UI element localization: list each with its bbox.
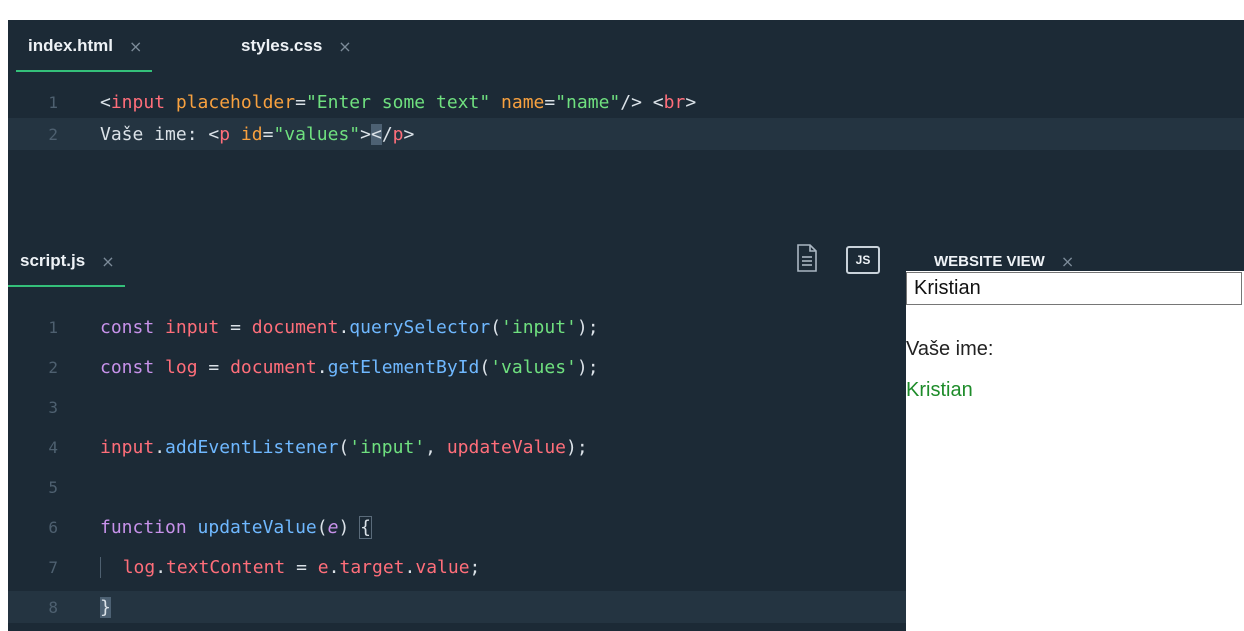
name-label: Vaše ime: [906,338,994,360]
tab-label: styles.css [241,36,323,55]
script-tab-bar: script.js × JS [8,235,908,287]
code-line-active: 2 Vaše ime: <p id="values"></p> [8,118,1244,150]
line-number: 7 [48,557,58,577]
tab-styles-css[interactable]: styles.css × [241,20,352,72]
tab-label: index.html [28,36,114,55]
tab-script-js[interactable]: script.js × [8,235,125,287]
close-icon[interactable]: × [129,37,142,56]
line-number: 5 [48,477,58,497]
code-line: 5 [8,471,906,503]
line-number: 2 [48,357,58,377]
code-content: <input placeholder="Enter some text" nam… [100,91,697,113]
code-content: log.textContent = e.target.value; [100,556,480,578]
html-editor[interactable]: 1 <input placeholder="Enter some text" n… [8,72,1244,216]
code-content: function updateValue(e) { [100,515,372,539]
code-content: const input = document.querySelector('in… [100,316,599,338]
code-line: 1 <input placeholder="Enter some text" n… [8,86,1244,118]
line-number: 4 [48,437,58,457]
tab-label: script.js [20,251,86,270]
code-line: 2 const log = document.getElementById('v… [8,351,906,383]
code-line: 6 function updateValue(e) { [8,511,906,543]
document-icon[interactable] [796,244,818,272]
code-content: Vaše ime: <p id="values"></p> [100,123,415,145]
code-line-active: 8 } [8,591,906,623]
code-content: const log = document.getElementById('val… [100,356,599,378]
website-preview: Vaše ime: Kristian [906,271,1244,631]
code-line: 1 const input = document.querySelector('… [8,311,906,343]
code-content: } [100,596,111,618]
line-number: 1 [48,317,58,337]
line-number: 2 [48,124,58,144]
output-value: Kristian [906,379,973,401]
close-icon[interactable]: × [338,37,351,56]
code-line: 4 input.addEventListener('input', update… [8,431,906,463]
close-icon[interactable]: × [101,252,114,271]
html-tab-bar: index.html × styles.css × [8,20,1244,72]
js-mode-button[interactable]: JS [846,246,880,274]
line-number: 1 [48,92,58,112]
close-icon[interactable]: × [1061,252,1074,271]
tab-index-html[interactable]: index.html × [15,20,153,72]
line-number: 8 [48,597,58,617]
line-number: 3 [48,397,58,417]
tab-label: WEBSITE VIEW [934,252,1045,270]
js-editor[interactable]: 1 const input = document.querySelector('… [8,291,906,631]
name-input[interactable] [906,272,1242,305]
line-number: 6 [48,517,58,537]
code-line: 3 [8,391,906,423]
code-content: input.addEventListener('input', updateVa… [100,436,588,458]
code-line: 7 log.textContent = e.target.value; [8,551,906,583]
